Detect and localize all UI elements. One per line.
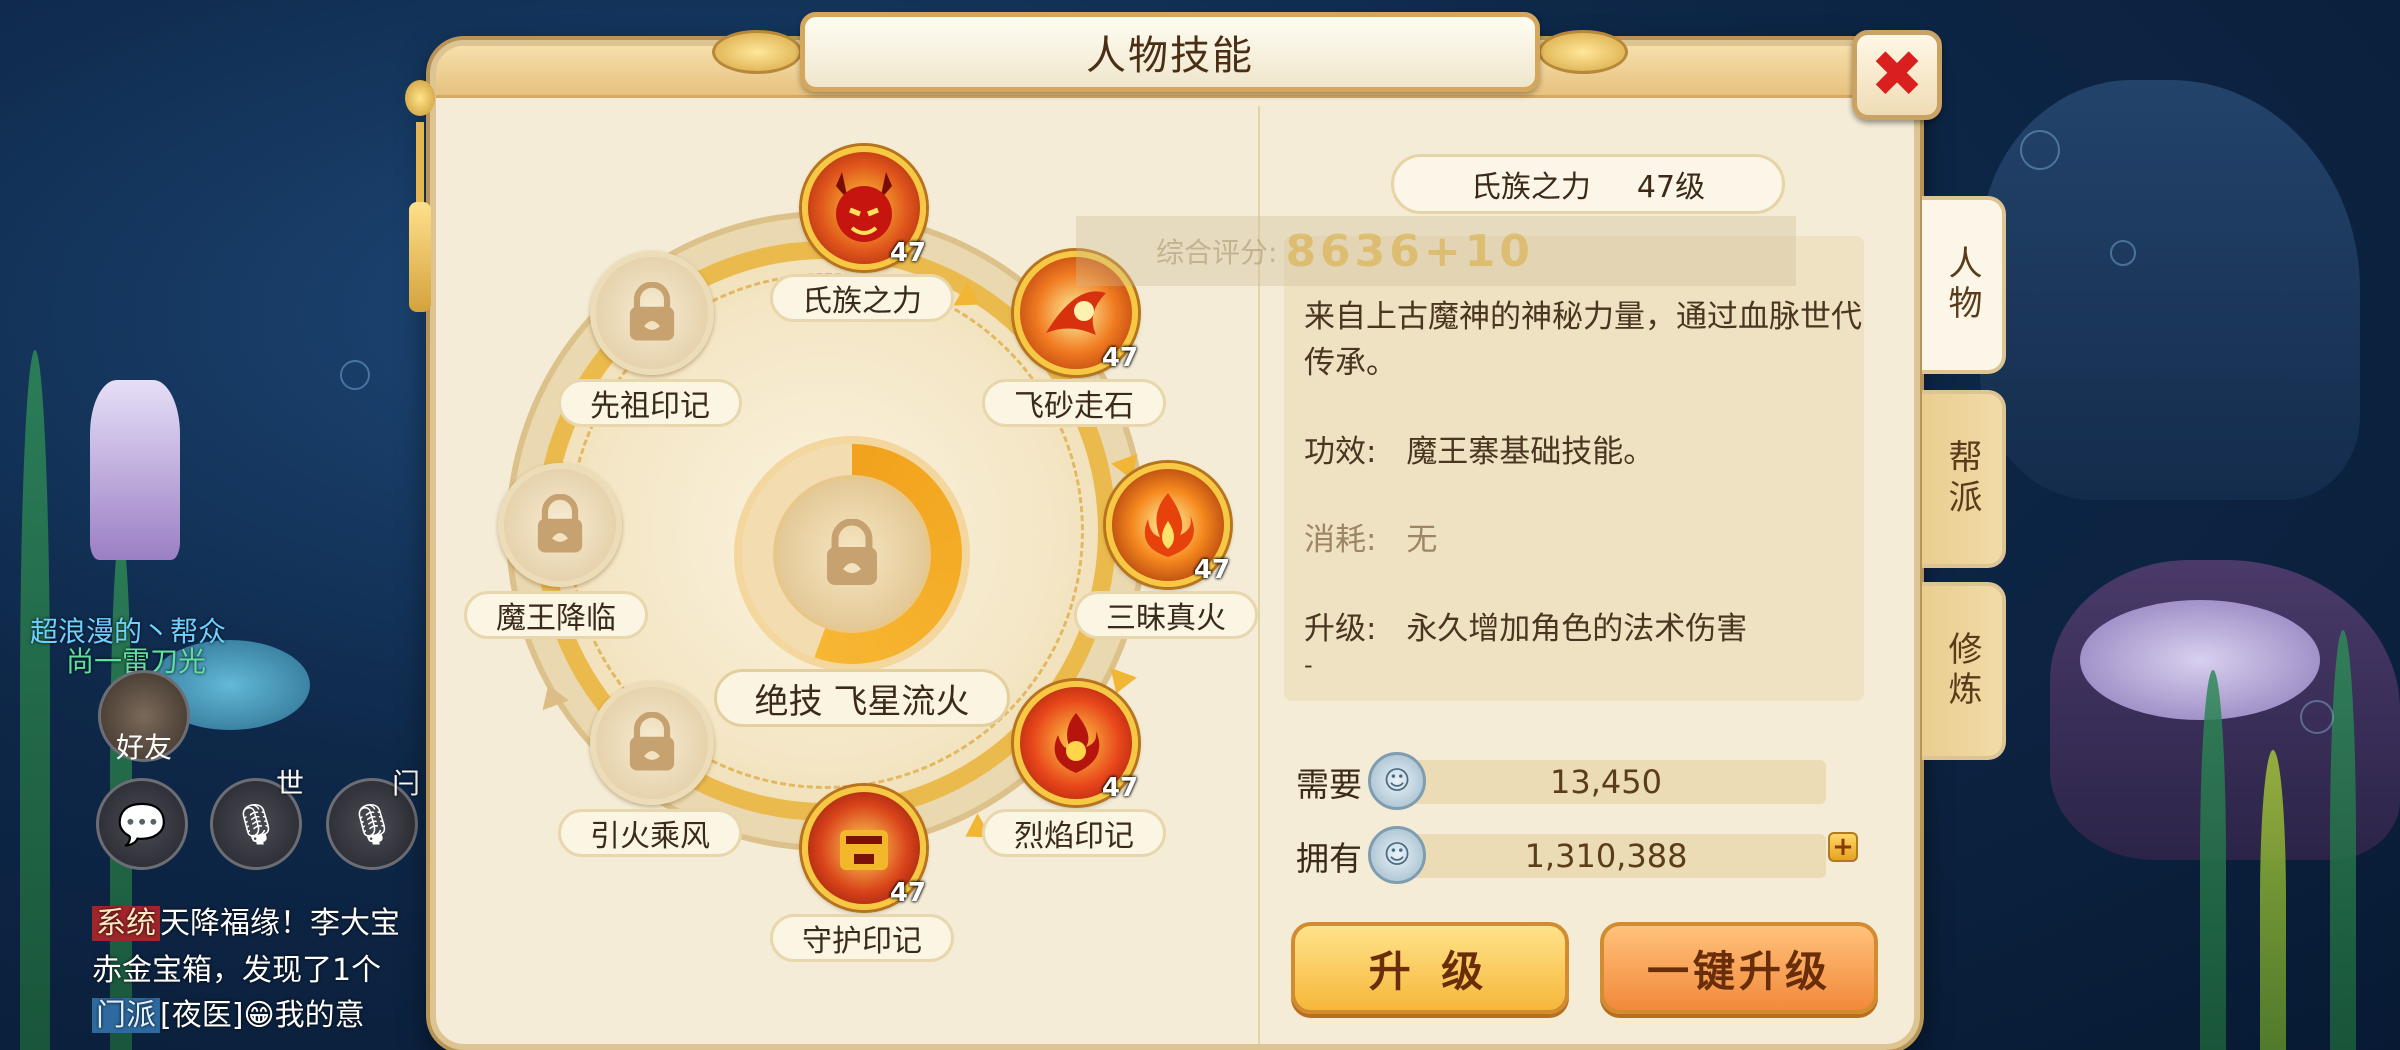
selected-skill-plate: 氏族之力 47级 bbox=[1391, 154, 1785, 214]
tab-label: 人物 bbox=[1942, 245, 1982, 325]
upgrade-row: 升级: 永久增加角色的法术伤害 bbox=[1304, 603, 1747, 648]
skill-level: 47 bbox=[889, 878, 926, 908]
skill-description: 来自上古魔神的神秘力量，通过血脉世代传承。 bbox=[1304, 299, 1862, 381]
skill-label: 飞砂走石 bbox=[982, 379, 1166, 427]
skill-node-ancestor-mark-locked[interactable] bbox=[590, 251, 714, 375]
skill-node-demon-descent-locked[interactable] bbox=[498, 463, 622, 587]
need-label: 需要 bbox=[1296, 765, 1362, 804]
chat-text: 赤金宝箱，发现了1个 bbox=[92, 953, 382, 988]
skill-label: 三昧真火 bbox=[1074, 591, 1258, 639]
need-value-bar: ☺ 13,450 bbox=[1368, 752, 1826, 810]
cost-row: 消耗: 无 bbox=[1304, 514, 1437, 559]
ultimate-skill-button[interactable] bbox=[773, 475, 931, 633]
title-scroll-right bbox=[1538, 30, 1628, 74]
tab-cultivation[interactable]: 修炼 bbox=[1922, 582, 2006, 760]
skill-node-guard-mark[interactable]: 47 bbox=[802, 786, 926, 910]
chat-tag: 系统 bbox=[92, 906, 160, 941]
skill-node-true-fire[interactable]: 47 bbox=[1106, 463, 1230, 587]
true-fire-icon bbox=[1144, 493, 1194, 557]
cost-label: 消耗: bbox=[1304, 522, 1377, 558]
need-value: 13,450 bbox=[1550, 763, 1662, 801]
chat-text: [夜医]😁我的意 bbox=[160, 998, 365, 1033]
chat-line: 赤金宝箱，发现了1个 bbox=[92, 945, 422, 989]
ultimate-skill-label: 绝技 飞星流火 bbox=[714, 669, 1010, 727]
skill-node-flame-mark[interactable]: 47 bbox=[1014, 681, 1138, 805]
upgrade-value: 永久增加角色的法术伤害 bbox=[1406, 611, 1748, 647]
channel-other-label: 闩 bbox=[392, 767, 421, 800]
microphone-icon: 🎙 bbox=[346, 801, 398, 848]
skill-label: 守护印记 bbox=[770, 914, 954, 962]
upgrade-button[interactable]: 升 级 bbox=[1291, 922, 1569, 1014]
lock-icon bbox=[629, 712, 675, 771]
channel-world-label: 世 bbox=[276, 767, 305, 800]
chat-text: 天降福缘！李大宝 bbox=[160, 906, 400, 941]
have-value-bar: ☺ 1,310,388 bbox=[1368, 826, 1826, 884]
cost-value: 无 bbox=[1406, 522, 1438, 558]
title-scroll-left bbox=[712, 30, 802, 74]
score-value: 8636+10 bbox=[1285, 225, 1534, 277]
tab-label: 帮派 bbox=[1942, 439, 1982, 519]
skill-label: 氏族之力 bbox=[770, 274, 954, 322]
skill-level: 47 bbox=[1101, 343, 1138, 373]
upgrade-all-button[interactable]: 一键升级 bbox=[1600, 922, 1878, 1014]
window-title: 人物技能 bbox=[1086, 33, 1254, 79]
chat-bubble-icon: 💬 bbox=[117, 801, 167, 848]
tassel-decoration bbox=[405, 80, 435, 330]
tab-guild[interactable]: 帮派 bbox=[1922, 390, 2006, 568]
chat-line: 门派 [夜医]😁我的意 bbox=[92, 990, 422, 1034]
owned-currency-row: 拥有 ☺ 1,310,388 bbox=[1296, 826, 1826, 884]
flame-mark-icon bbox=[1054, 713, 1100, 773]
chat-button[interactable]: 💬 bbox=[96, 778, 188, 870]
friends-button[interactable]: 好友 bbox=[98, 670, 190, 764]
skill-node-clan-power[interactable]: 47 bbox=[802, 146, 926, 270]
window-title-plate: 人物技能 bbox=[800, 12, 1540, 92]
skill-level: 47 bbox=[1101, 773, 1138, 803]
selected-skill-name: 氏族之力 bbox=[1470, 170, 1591, 205]
upgrade-more: - bbox=[1304, 651, 1313, 679]
close-icon: ✖ bbox=[1870, 38, 1924, 112]
selected-skill-level: 47级 bbox=[1636, 170, 1706, 205]
skill-node-fire-wind-locked[interactable] bbox=[590, 681, 714, 805]
effect-row: 功效: 魔王寨基础技能。 bbox=[1304, 426, 1654, 471]
friends-label: 好友 bbox=[115, 731, 172, 764]
lock-icon bbox=[827, 519, 877, 585]
have-value: 1,310,388 bbox=[1524, 837, 1688, 875]
overall-score: 综合评分: 8636+10 bbox=[1076, 216, 1796, 286]
silver-coin-icon: ☺ bbox=[1368, 752, 1426, 810]
effect-value: 魔王寨基础技能。 bbox=[1406, 434, 1655, 470]
skills-panel: 绝技 飞星流火 47 氏族之力 47 飞砂走石 47 三昧真火 47 烈焰印记 … bbox=[430, 40, 1920, 1050]
skill-label: 烈焰印记 bbox=[982, 809, 1166, 857]
skill-level: 47 bbox=[889, 238, 926, 268]
upgrade-label: 升级: bbox=[1304, 611, 1377, 647]
lock-icon bbox=[537, 494, 583, 553]
effect-label: 功效: bbox=[1304, 434, 1377, 470]
skill-label: 魔王降临 bbox=[464, 591, 648, 639]
close-button[interactable]: ✖ bbox=[1852, 30, 1942, 120]
guard-mark-icon bbox=[840, 830, 888, 870]
skill-label: 引火乘风 bbox=[558, 809, 742, 857]
tab-label: 修炼 bbox=[1942, 631, 1982, 711]
tab-character[interactable]: 人物 bbox=[1922, 196, 2006, 374]
chat-tag: 门派 bbox=[92, 998, 160, 1033]
have-label: 拥有 bbox=[1296, 839, 1362, 878]
add-currency-button[interactable]: + bbox=[1828, 832, 1858, 862]
microphone-icon: 🎙 bbox=[230, 801, 282, 848]
lock-icon bbox=[629, 282, 675, 341]
chat-line: 系统 天降福缘！李大宝 bbox=[92, 898, 422, 942]
skill-level: 47 bbox=[1193, 555, 1230, 585]
skill-label: 先祖印记 bbox=[558, 379, 742, 427]
silver-coin-icon: ☺ bbox=[1368, 826, 1426, 884]
required-currency-row: 需要 ☺ 13,450 bbox=[1296, 752, 1826, 810]
score-label: 综合评分: bbox=[1156, 236, 1278, 269]
